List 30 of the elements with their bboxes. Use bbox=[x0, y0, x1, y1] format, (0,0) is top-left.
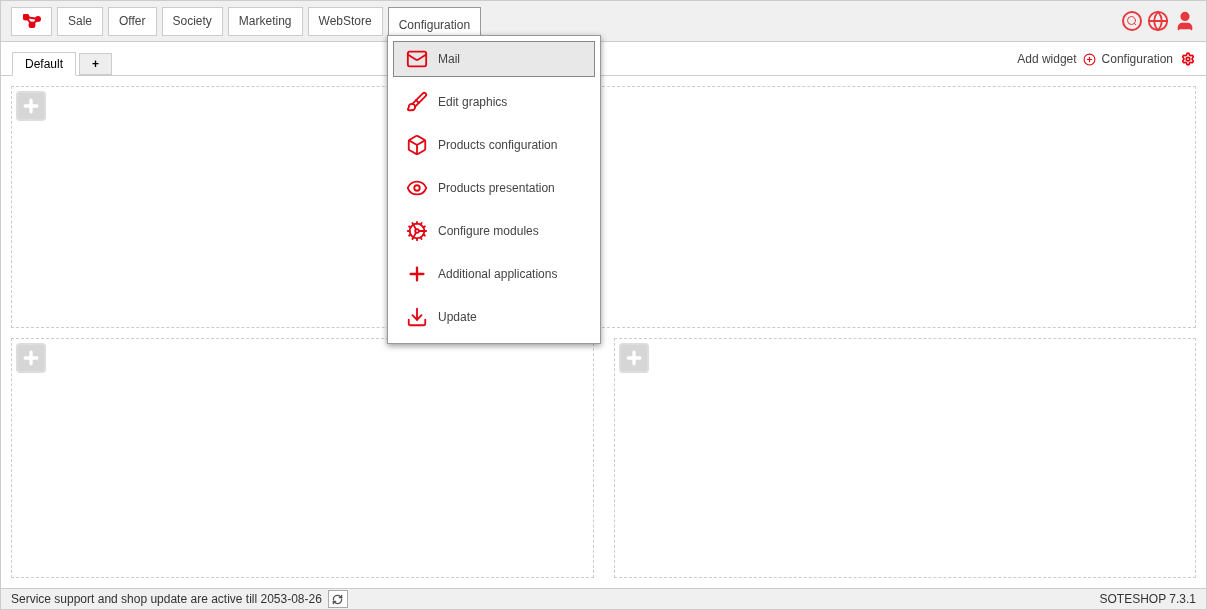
dropdown-item[interactable]: Mail bbox=[393, 41, 595, 77]
menu-tab[interactable]: Society bbox=[161, 6, 223, 36]
menu-tab[interactable]: Offer bbox=[108, 6, 157, 36]
dropdown-item[interactable]: Additional applications bbox=[393, 256, 595, 292]
dropdown-item[interactable]: Edit graphics bbox=[393, 84, 595, 120]
brush-icon bbox=[406, 91, 428, 113]
globe-icon[interactable] bbox=[1147, 10, 1169, 32]
settings-icon[interactable] bbox=[1181, 52, 1195, 66]
dropdown-item[interactable]: Products presentation bbox=[393, 170, 595, 206]
configuration-link[interactable]: Configuration bbox=[1101, 50, 1173, 68]
dropdown-item[interactable]: Products configuration bbox=[393, 127, 595, 163]
search-icon[interactable] bbox=[1122, 11, 1142, 31]
dashboard-tab[interactable]: Default bbox=[12, 52, 77, 76]
download-icon bbox=[406, 306, 428, 328]
dropdown-item[interactable]: Configure modules bbox=[393, 213, 595, 249]
box-icon bbox=[406, 134, 428, 156]
dashboard-tab[interactable]: + bbox=[79, 53, 113, 75]
logo-button[interactable] bbox=[11, 6, 52, 36]
refresh-button[interactable] bbox=[327, 590, 348, 608]
dropdown-item[interactable]: Update bbox=[393, 299, 595, 335]
version-text: SOTESHOP 7.3.1 bbox=[1099, 591, 1196, 608]
menu-tab[interactable]: WebStore bbox=[307, 6, 383, 36]
support-status-text: Service support and shop update are active till 2053-08-26 bbox=[11, 591, 322, 608]
add-circle-icon bbox=[1082, 52, 1096, 66]
menu-tab[interactable]: Marketing bbox=[227, 6, 303, 36]
add-widget-link[interactable]: Add widget bbox=[1017, 50, 1077, 68]
network-nodes-icon bbox=[22, 14, 41, 28]
refresh-icon bbox=[332, 593, 344, 605]
menu-tab[interactable]: Sale bbox=[57, 6, 104, 36]
mail-icon bbox=[406, 48, 428, 70]
